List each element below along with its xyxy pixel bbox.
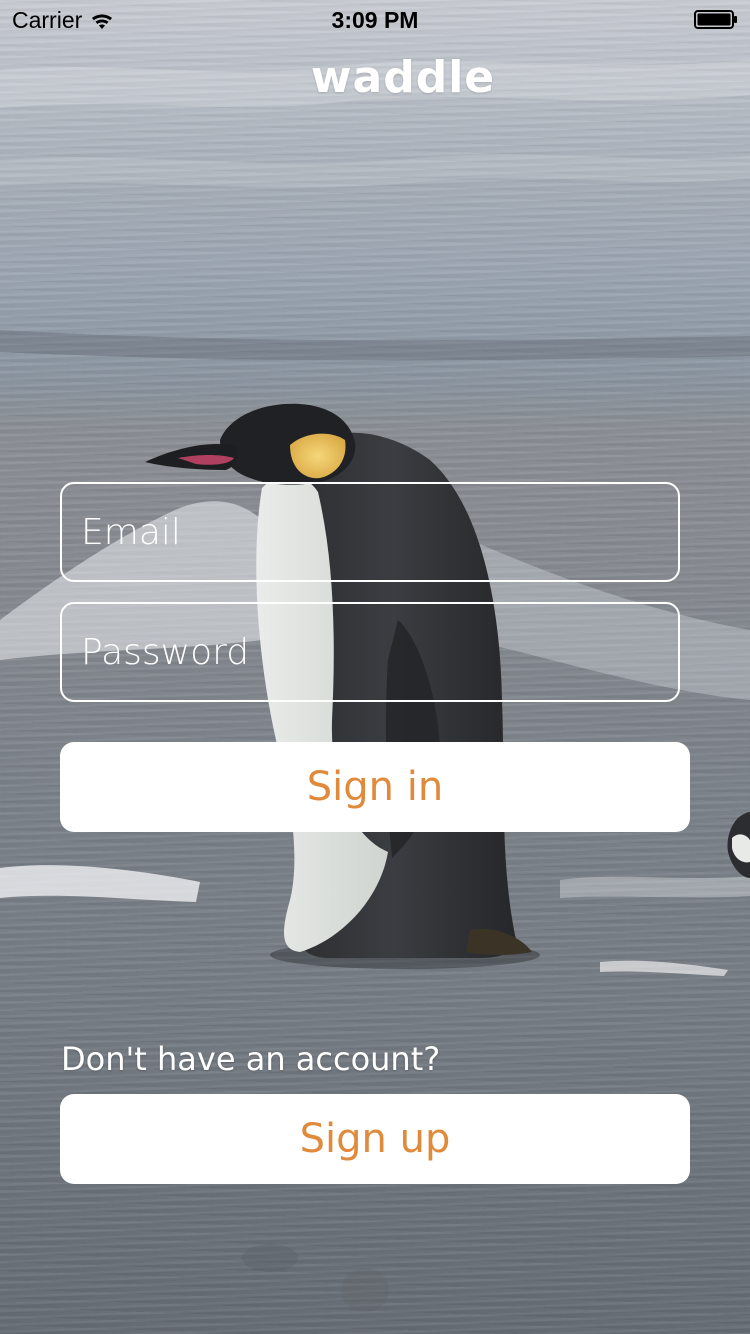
password-field-container: [60, 602, 680, 702]
email-field-container: [60, 482, 680, 582]
sign-up-button[interactable]: Sign up: [60, 1094, 690, 1184]
sign-in-button[interactable]: Sign in: [60, 742, 690, 832]
email-field[interactable]: [62, 484, 678, 580]
signup-prompt: Don't have an account?: [61, 1040, 441, 1078]
status-bar: Carrier 3:09 PM: [0, 0, 750, 40]
battery-icon: [694, 10, 737, 29]
password-field[interactable]: [62, 604, 678, 700]
app-title: waddle: [310, 52, 496, 103]
status-time: 3:09 PM: [331, 7, 419, 33]
